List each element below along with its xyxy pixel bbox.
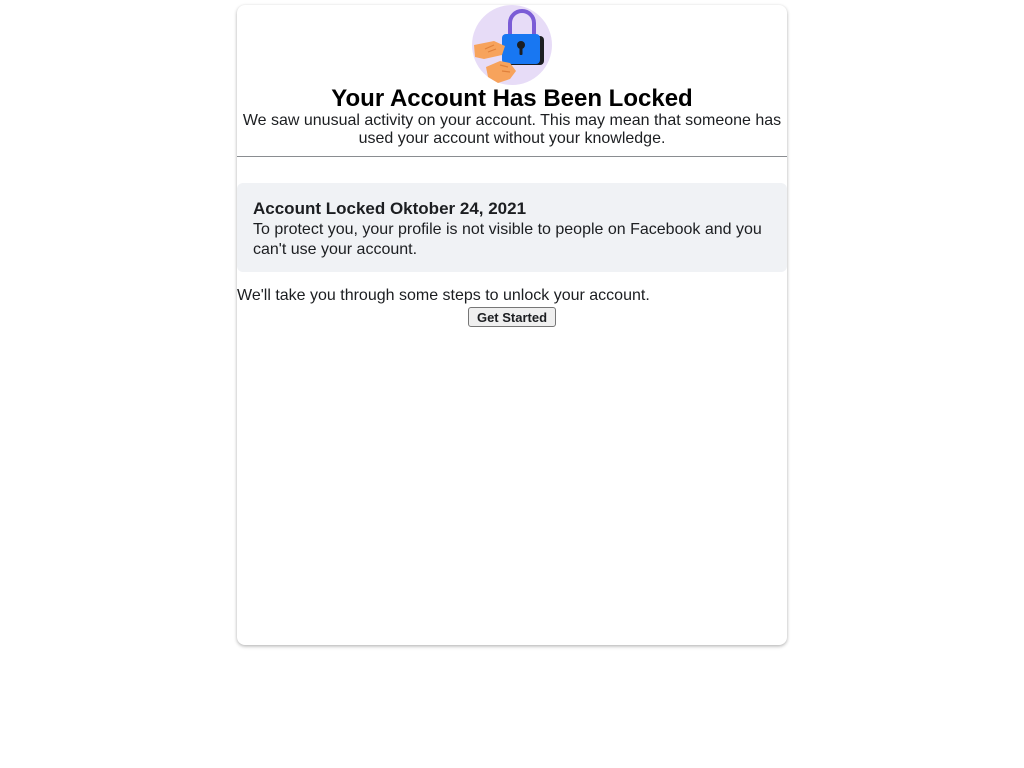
unusual-activity-message: We saw unusual activity on your account.… — [242, 112, 782, 147]
lock-notice-text: To protect you, your profile is not visi… — [253, 221, 762, 258]
lock-notice-box: Account Locked Oktober 24, 2021 To prote… — [237, 183, 787, 272]
lock-date-heading: Account Locked Oktober 24, 2021 — [253, 199, 527, 218]
unlock-steps-text: We'll take you through some steps to unl… — [237, 287, 650, 304]
lock-hero-illustration — [472, 5, 552, 85]
section-divider — [237, 156, 787, 157]
padlock-icon — [472, 5, 552, 85]
get-started-button[interactable]: Get Started — [468, 307, 556, 327]
locked-account-card: Your Account Has Been Locked We saw unus… — [237, 5, 787, 645]
page-title: Your Account Has Been Locked — [331, 85, 693, 112]
